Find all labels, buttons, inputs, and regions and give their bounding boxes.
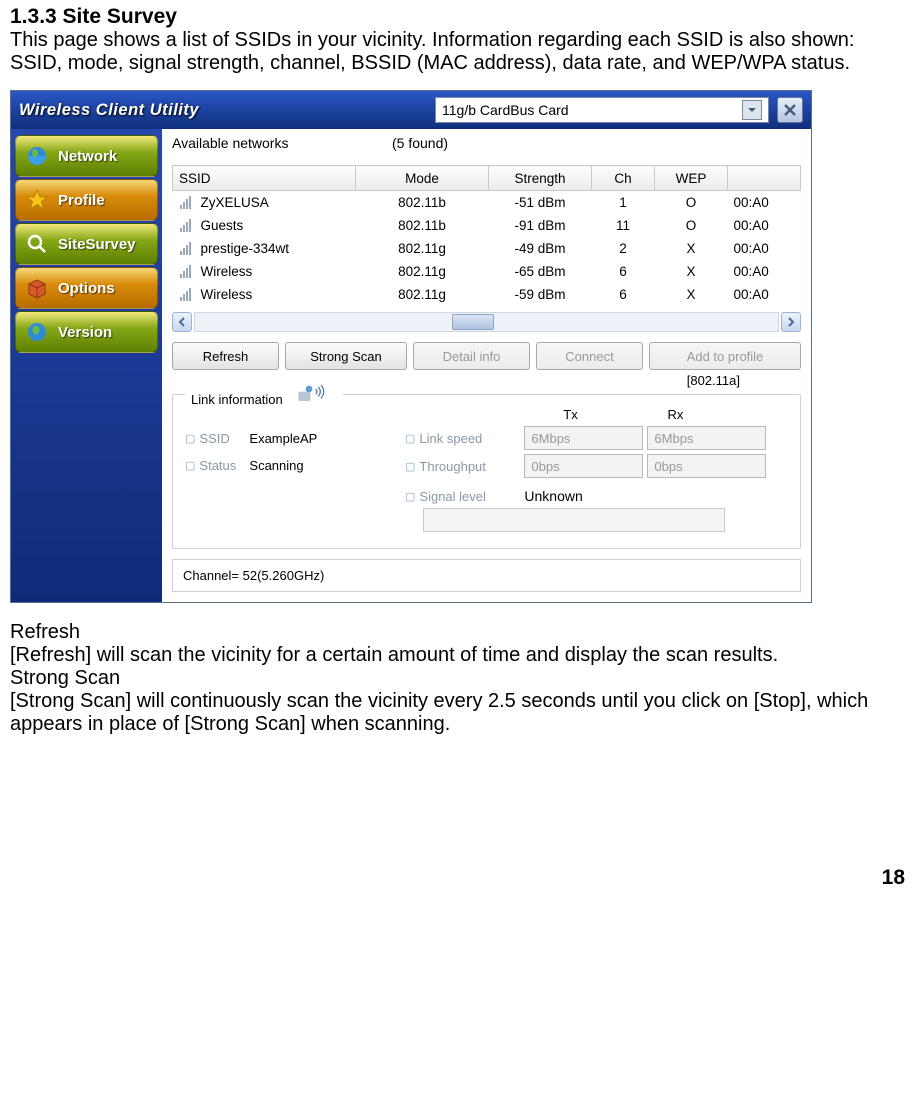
globe-icon: [24, 319, 50, 345]
linkspeed-label: Link speed: [419, 431, 524, 446]
status-label: Status: [199, 458, 249, 473]
bullet-icon: ▢: [185, 432, 195, 445]
mode-tag: [802.11a]: [687, 373, 740, 388]
nav-network[interactable]: Network: [15, 135, 158, 177]
add-profile-button[interactable]: Add to profile: [649, 342, 801, 370]
pc-signal-icon: [297, 385, 337, 413]
globe-icon: [24, 143, 50, 169]
channel-info: Channel= 52(5.260GHz): [172, 559, 801, 592]
nav-sitesurvey-label: SiteSurvey: [58, 236, 136, 253]
linkspeed-tx: 6Mbps: [524, 426, 643, 450]
strong-scan-button[interactable]: Strong Scan: [285, 342, 407, 370]
bullet-icon: ▢: [405, 460, 415, 473]
link-information-panel: [802.11a] Link information ▢ SSID Exampl…: [172, 394, 801, 549]
strongscan-description: [Strong Scan] will continuously scan the…: [10, 690, 905, 736]
dropdown-arrow-icon: [742, 100, 762, 120]
signal-label: Signal level: [419, 489, 524, 504]
link-legend-label: Link information: [191, 392, 283, 407]
signal-icon: [179, 288, 195, 302]
scroll-right-button[interactable]: [781, 312, 801, 332]
signal-icon: [179, 242, 195, 256]
titlebar: Wireless Client Utility 11g/b CardBus Ca…: [11, 91, 811, 129]
network-table: SSID Mode Strength Ch WEP ZyXELUSA 802.1…: [172, 165, 801, 306]
nav-options[interactable]: Options: [15, 267, 158, 309]
window-title: Wireless Client Utility: [19, 101, 435, 120]
ssid-label: SSID: [199, 431, 249, 446]
nav-profile[interactable]: Profile: [15, 179, 158, 221]
nav-options-label: Options: [58, 280, 115, 297]
refresh-heading: Refresh: [10, 621, 905, 644]
status-value: Scanning: [249, 458, 303, 473]
detail-info-button[interactable]: Detail info: [413, 342, 530, 370]
table-row[interactable]: Wireless 802.11g -65 dBm 6 X 00:A0: [173, 260, 801, 283]
rx-header: Rx: [623, 407, 728, 422]
adapter-value: 11g/b CardBus Card: [442, 102, 569, 118]
scroll-left-button[interactable]: [172, 312, 192, 332]
scrollbar-thumb[interactable]: [452, 314, 494, 330]
throughput-rx: 0bps: [647, 454, 766, 478]
linkspeed-rx: 6Mbps: [647, 426, 766, 450]
signal-value: Unknown: [524, 488, 582, 504]
nav-profile-label: Profile: [58, 192, 105, 209]
table-row[interactable]: ZyXELUSA 802.11b -51 dBm 1 O 00:A0: [173, 191, 801, 215]
bullet-icon: ▢: [405, 490, 415, 503]
intro-text: This page shows a list of SSIDs in your …: [10, 29, 905, 75]
nav-network-label: Network: [58, 148, 117, 165]
bullet-icon: ▢: [405, 432, 415, 445]
table-row[interactable]: prestige-334wt 802.11g -49 dBm 2 X 00:A0: [173, 237, 801, 260]
wireless-utility-window: Wireless Client Utility 11g/b CardBus Ca…: [10, 90, 812, 603]
nav-version-label: Version: [58, 324, 112, 341]
col-wep[interactable]: WEP: [655, 166, 728, 191]
refresh-description: [Refresh] will scan the vicinity for a c…: [10, 644, 905, 667]
col-strength[interactable]: Strength: [489, 166, 592, 191]
ssid-value: ExampleAP: [249, 431, 317, 446]
connect-button[interactable]: Connect: [536, 342, 643, 370]
table-row[interactable]: Wireless 802.11g -59 dBm 6 X 00:A0: [173, 283, 801, 306]
tx-header: Tx: [518, 407, 623, 422]
available-networks-label: Available networks: [172, 135, 392, 151]
bullet-icon: ▢: [185, 459, 195, 472]
signal-icon: [179, 265, 195, 279]
main-panel: Available networks (5 found) SSID Mode S…: [162, 129, 811, 602]
table-row[interactable]: Guests 802.11b -91 dBm 11 O 00:A0: [173, 214, 801, 237]
nav-version[interactable]: Version: [15, 311, 158, 353]
scrollbar-track[interactable]: [194, 312, 779, 332]
strongscan-heading: Strong Scan: [10, 667, 905, 690]
signal-icon: [179, 196, 195, 210]
close-button[interactable]: [777, 97, 803, 123]
col-mode[interactable]: Mode: [356, 166, 489, 191]
refresh-button[interactable]: Refresh: [172, 342, 279, 370]
signal-bar: [423, 508, 725, 532]
sidebar: Network Profile SiteSurvey Options Versi…: [11, 129, 162, 602]
star-icon: [24, 187, 50, 213]
found-count: (5 found): [392, 135, 448, 151]
box-icon: [24, 275, 50, 301]
throughput-tx: 0bps: [524, 454, 643, 478]
col-bssid[interactable]: [728, 166, 801, 191]
horizontal-scrollbar[interactable]: [172, 312, 801, 332]
signal-icon: [179, 219, 195, 233]
page-number: 18: [10, 866, 905, 890]
nav-sitesurvey[interactable]: SiteSurvey: [15, 223, 158, 265]
col-ssid[interactable]: SSID: [173, 166, 356, 191]
col-ch[interactable]: Ch: [592, 166, 655, 191]
section-heading: 1.3.3 Site Survey: [10, 5, 905, 29]
throughput-label: Throughput: [419, 459, 524, 474]
adapter-dropdown[interactable]: 11g/b CardBus Card: [435, 97, 769, 123]
magnifier-icon: [24, 231, 50, 257]
